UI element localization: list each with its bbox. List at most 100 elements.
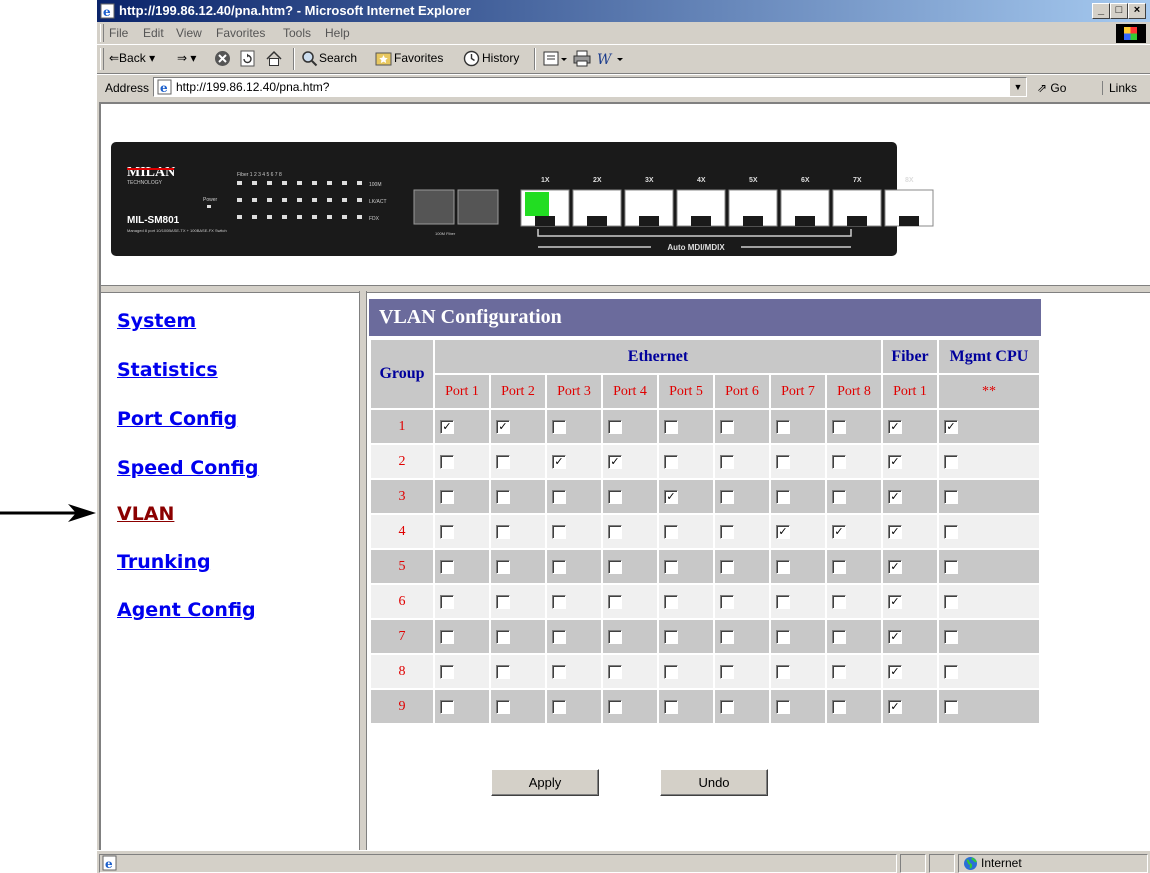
ethernet-port-checkbox[interactable] xyxy=(608,699,622,714)
ethernet-port-checkbox[interactable] xyxy=(720,419,734,434)
ethernet-port-checkbox[interactable] xyxy=(496,699,510,714)
ethernet-port-checkbox[interactable] xyxy=(720,664,734,679)
fiber-port-checkbox[interactable]: ✓ xyxy=(888,419,902,434)
mgmt-cpu-checkbox[interactable] xyxy=(944,489,958,504)
ethernet-port-checkbox[interactable] xyxy=(832,664,846,679)
nav-link-speed-config[interactable]: Speed Config xyxy=(117,457,258,479)
ethernet-port-checkbox[interactable] xyxy=(832,629,846,644)
menu-file[interactable]: File xyxy=(109,26,128,40)
ethernet-port-checkbox[interactable] xyxy=(776,489,790,504)
ethernet-port-checkbox[interactable] xyxy=(608,559,622,574)
forward-button[interactable]: ⇒ ▾ xyxy=(177,51,196,65)
maximize-button[interactable]: □ xyxy=(1110,3,1128,19)
mgmt-cpu-checkbox[interactable] xyxy=(944,629,958,644)
ethernet-port-checkbox[interactable] xyxy=(776,594,790,609)
ethernet-port-checkbox[interactable] xyxy=(496,524,510,539)
ethernet-port-checkbox[interactable] xyxy=(720,489,734,504)
address-dropdown-icon[interactable]: ▼ xyxy=(1009,78,1026,96)
ethernet-port-checkbox[interactable] xyxy=(496,664,510,679)
ethernet-port-checkbox[interactable] xyxy=(664,664,678,679)
home-icon[interactable] xyxy=(265,50,283,67)
ethernet-port-checkbox[interactable]: ✓ xyxy=(776,524,790,539)
ethernet-port-checkbox[interactable] xyxy=(608,629,622,644)
ethernet-port-checkbox[interactable] xyxy=(720,524,734,539)
ethernet-port-checkbox[interactable] xyxy=(664,629,678,644)
go-button[interactable]: ⇗ Go xyxy=(1037,81,1066,95)
ethernet-port-checkbox[interactable] xyxy=(440,454,454,469)
nav-link-vlan[interactable]: VLAN xyxy=(117,503,174,525)
fiber-port-checkbox[interactable]: ✓ xyxy=(888,594,902,609)
ethernet-port-checkbox[interactable] xyxy=(832,454,846,469)
ethernet-port-checkbox[interactable] xyxy=(552,559,566,574)
nav-link-system[interactable]: System xyxy=(117,310,196,332)
ethernet-port-checkbox[interactable] xyxy=(776,559,790,574)
ethernet-port-checkbox[interactable] xyxy=(496,559,510,574)
ethernet-port-checkbox[interactable]: ✓ xyxy=(832,524,846,539)
ethernet-port-checkbox[interactable] xyxy=(720,629,734,644)
fiber-port-checkbox[interactable]: ✓ xyxy=(888,664,902,679)
ethernet-port-checkbox[interactable] xyxy=(440,489,454,504)
menu-tools[interactable]: Tools xyxy=(283,26,311,40)
mgmt-cpu-checkbox[interactable] xyxy=(944,664,958,679)
ethernet-port-checkbox[interactable] xyxy=(440,594,454,609)
ethernet-port-checkbox[interactable] xyxy=(496,594,510,609)
ethernet-port-checkbox[interactable]: ✓ xyxy=(440,419,454,434)
mgmt-cpu-checkbox[interactable] xyxy=(944,559,958,574)
ethernet-port-checkbox[interactable] xyxy=(776,419,790,434)
ethernet-port-checkbox[interactable] xyxy=(832,594,846,609)
ethernet-port-checkbox[interactable] xyxy=(776,629,790,644)
ethernet-port-checkbox[interactable] xyxy=(440,524,454,539)
ethernet-port-checkbox[interactable] xyxy=(552,629,566,644)
ethernet-port-checkbox[interactable] xyxy=(552,419,566,434)
edit-word-icon[interactable]: W xyxy=(597,50,625,67)
apply-button[interactable]: Apply xyxy=(491,769,599,796)
close-button[interactable]: × xyxy=(1128,3,1146,19)
fiber-port-checkbox[interactable]: ✓ xyxy=(888,559,902,574)
mgmt-cpu-checkbox[interactable] xyxy=(944,594,958,609)
menu-edit[interactable]: Edit xyxy=(143,26,164,40)
fiber-port-checkbox[interactable]: ✓ xyxy=(888,489,902,504)
ethernet-port-checkbox[interactable] xyxy=(664,559,678,574)
ethernet-port-checkbox[interactable]: ✓ xyxy=(496,419,510,434)
favorites-button[interactable]: Favorites xyxy=(394,51,443,65)
ethernet-port-checkbox[interactable]: ✓ xyxy=(664,489,678,504)
ethernet-port-checkbox[interactable]: ✓ xyxy=(608,454,622,469)
nav-link-agent-config[interactable]: Agent Config xyxy=(117,599,256,621)
mgmt-cpu-checkbox[interactable] xyxy=(944,524,958,539)
ethernet-port-checkbox[interactable] xyxy=(608,664,622,679)
ethernet-port-checkbox[interactable] xyxy=(832,489,846,504)
ethernet-port-checkbox[interactable] xyxy=(664,454,678,469)
back-button[interactable]: ⇐Back ▾ xyxy=(109,51,155,65)
undo-button[interactable]: Undo xyxy=(660,769,768,796)
ethernet-port-checkbox[interactable] xyxy=(608,524,622,539)
print-icon[interactable] xyxy=(573,50,591,67)
ethernet-port-checkbox[interactable] xyxy=(832,559,846,574)
ethernet-port-checkbox[interactable] xyxy=(608,419,622,434)
nav-link-trunking[interactable]: Trunking xyxy=(117,551,211,573)
nav-link-statistics[interactable]: Statistics xyxy=(117,359,218,381)
ethernet-port-checkbox[interactable] xyxy=(440,559,454,574)
frame-divider-vertical[interactable] xyxy=(359,291,367,851)
refresh-icon[interactable] xyxy=(239,50,256,67)
ethernet-port-checkbox[interactable] xyxy=(608,594,622,609)
ethernet-port-checkbox[interactable] xyxy=(440,629,454,644)
ethernet-port-checkbox[interactable] xyxy=(552,699,566,714)
ethernet-port-checkbox[interactable] xyxy=(664,419,678,434)
fiber-port-checkbox[interactable]: ✓ xyxy=(888,699,902,714)
minimize-button[interactable]: _ xyxy=(1092,3,1110,19)
ethernet-port-checkbox[interactable] xyxy=(552,489,566,504)
ethernet-port-checkbox[interactable] xyxy=(720,454,734,469)
ethernet-port-checkbox[interactable] xyxy=(720,559,734,574)
mail-dropdown-icon[interactable] xyxy=(543,50,569,67)
ethernet-port-checkbox[interactable] xyxy=(440,664,454,679)
ethernet-port-checkbox[interactable] xyxy=(664,594,678,609)
ethernet-port-checkbox[interactable] xyxy=(496,489,510,504)
ethernet-port-checkbox[interactable] xyxy=(552,664,566,679)
ethernet-port-checkbox[interactable]: ✓ xyxy=(552,454,566,469)
ethernet-port-checkbox[interactable] xyxy=(832,419,846,434)
ethernet-port-checkbox[interactable] xyxy=(776,699,790,714)
fiber-port-checkbox[interactable]: ✓ xyxy=(888,629,902,644)
ethernet-port-checkbox[interactable] xyxy=(552,594,566,609)
ethernet-port-checkbox[interactable] xyxy=(664,524,678,539)
ethernet-port-checkbox[interactable] xyxy=(776,664,790,679)
